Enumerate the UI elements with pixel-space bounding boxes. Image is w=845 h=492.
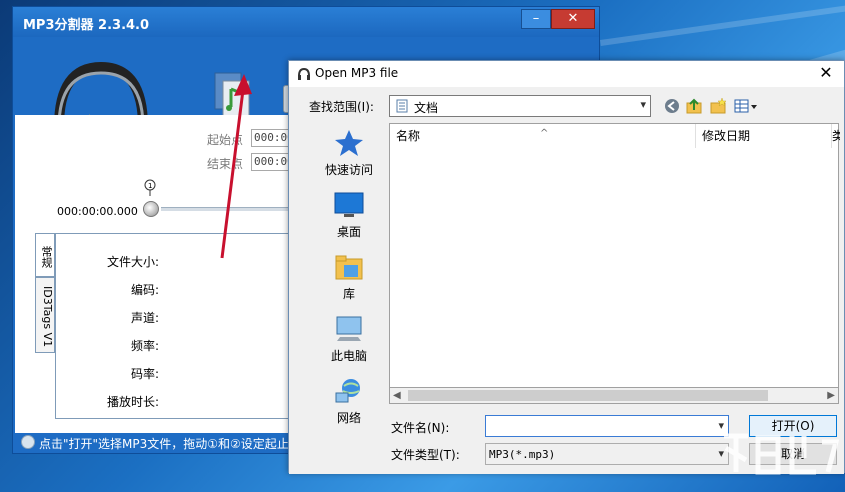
channel-label: 声道: — [130, 311, 159, 325]
look-in-value: 文档 — [414, 101, 439, 115]
open-file-dialog: Open MP3 file ✕ 查找范围(I): 文档 ▾ 快速访问 桌面 库 … — [288, 60, 845, 474]
view-menu-icon[interactable] — [733, 97, 759, 115]
watermark-logo — [724, 433, 840, 475]
scroll-right-icon[interactable]: ▶ — [827, 388, 835, 403]
marker-one-icon[interactable]: 1 — [143, 179, 159, 197]
dialog-close-button[interactable]: ✕ — [816, 63, 836, 83]
encoding-label: 编码: — [130, 283, 159, 297]
place-label: 网络 — [336, 411, 361, 425]
dialog-title: Open MP3 file — [315, 66, 399, 80]
file-size-label: 文件大小: — [106, 255, 159, 269]
current-time-display: 000:00:00.000 — [57, 205, 138, 218]
column-header-name[interactable]: 名称 ^ — [390, 124, 696, 148]
dialog-body: 查找范围(I): 文档 ▾ 快速访问 桌面 库 此电脑 网络 名称 ^ 修改日期… — [289, 87, 844, 474]
red-arrow-annotation — [220, 74, 252, 259]
app-titlebar[interactable]: MP3分割器 2.3.4.0 – ✕ — [13, 7, 599, 37]
horizontal-scrollbar[interactable]: ◀ ▶ — [389, 387, 839, 404]
frequency-label: 频率: — [130, 339, 159, 353]
filetype-dropdown[interactable]: MP3(*.mp3) ▾ — [485, 443, 729, 465]
filetype-value: MP3(*.mp3) — [489, 448, 556, 461]
column-header-label: 名称 — [396, 129, 421, 143]
scroll-left-icon[interactable]: ◀ — [393, 388, 401, 403]
close-button[interactable]: ✕ — [551, 9, 595, 29]
headphones-small-icon — [298, 67, 310, 80]
back-icon[interactable] — [663, 97, 681, 115]
place-network[interactable]: 网络 — [307, 377, 391, 426]
info-icon — [21, 435, 35, 449]
duration-label: 播放时长: — [106, 395, 159, 409]
network-icon — [335, 379, 360, 403]
file-list[interactable]: 名称 ^ 修改日期 类 — [389, 123, 840, 403]
place-quick-access[interactable]: 快速访问 — [307, 129, 391, 178]
place-label: 快速访问 — [324, 163, 373, 177]
look-in-dropdown[interactable]: 文档 ▾ — [389, 95, 651, 117]
place-label: 此电脑 — [330, 349, 367, 363]
filename-input[interactable]: ▾ — [485, 415, 729, 437]
column-header-type[interactable]: 类 — [832, 124, 840, 148]
position-slider-knob[interactable] — [143, 201, 159, 217]
desktop-icon — [334, 192, 364, 217]
desktop-light-ray — [600, 3, 845, 46]
place-label: 桌面 — [336, 225, 361, 239]
place-label: 库 — [342, 287, 355, 301]
scrollbar-thumb[interactable] — [408, 390, 768, 401]
place-desktop[interactable]: 桌面 — [307, 191, 391, 240]
place-this-pc[interactable]: 此电脑 — [307, 315, 391, 364]
chevron-down-icon: ▾ — [640, 98, 646, 111]
bitrate-label: 码率: — [130, 367, 159, 381]
app-title: MP3分割器 2.3.4.0 — [23, 18, 150, 33]
place-libraries[interactable]: 库 — [307, 253, 391, 302]
dialog-titlebar[interactable]: Open MP3 file ✕ — [289, 61, 844, 87]
places-bar: 快速访问 桌面 库 此电脑 网络 — [307, 123, 391, 433]
computer-icon — [336, 316, 362, 341]
svg-text:1: 1 — [148, 182, 152, 190]
new-folder-icon[interactable] — [709, 97, 727, 115]
documents-folder-icon — [396, 99, 408, 113]
look-in-label: 查找范围(I): — [309, 100, 374, 114]
column-header-date[interactable]: 修改日期 — [696, 124, 832, 148]
tab-general[interactable]: 常规 — [35, 233, 55, 277]
filetype-label: 文件类型(T): — [391, 448, 460, 462]
tab-id3tags-v1[interactable]: ID3Tags V1 — [35, 277, 55, 353]
star-icon — [335, 130, 363, 156]
minimize-button[interactable]: – — [521, 9, 551, 29]
status-text: 点击"打开"选择MP3文件，拖动①和②设定起止点 — [39, 437, 301, 451]
library-folder-icon — [335, 255, 363, 280]
sort-up-icon: ^ — [540, 128, 549, 139]
up-folder-icon[interactable] — [685, 97, 703, 115]
filename-label: 文件名(N): — [391, 421, 450, 435]
